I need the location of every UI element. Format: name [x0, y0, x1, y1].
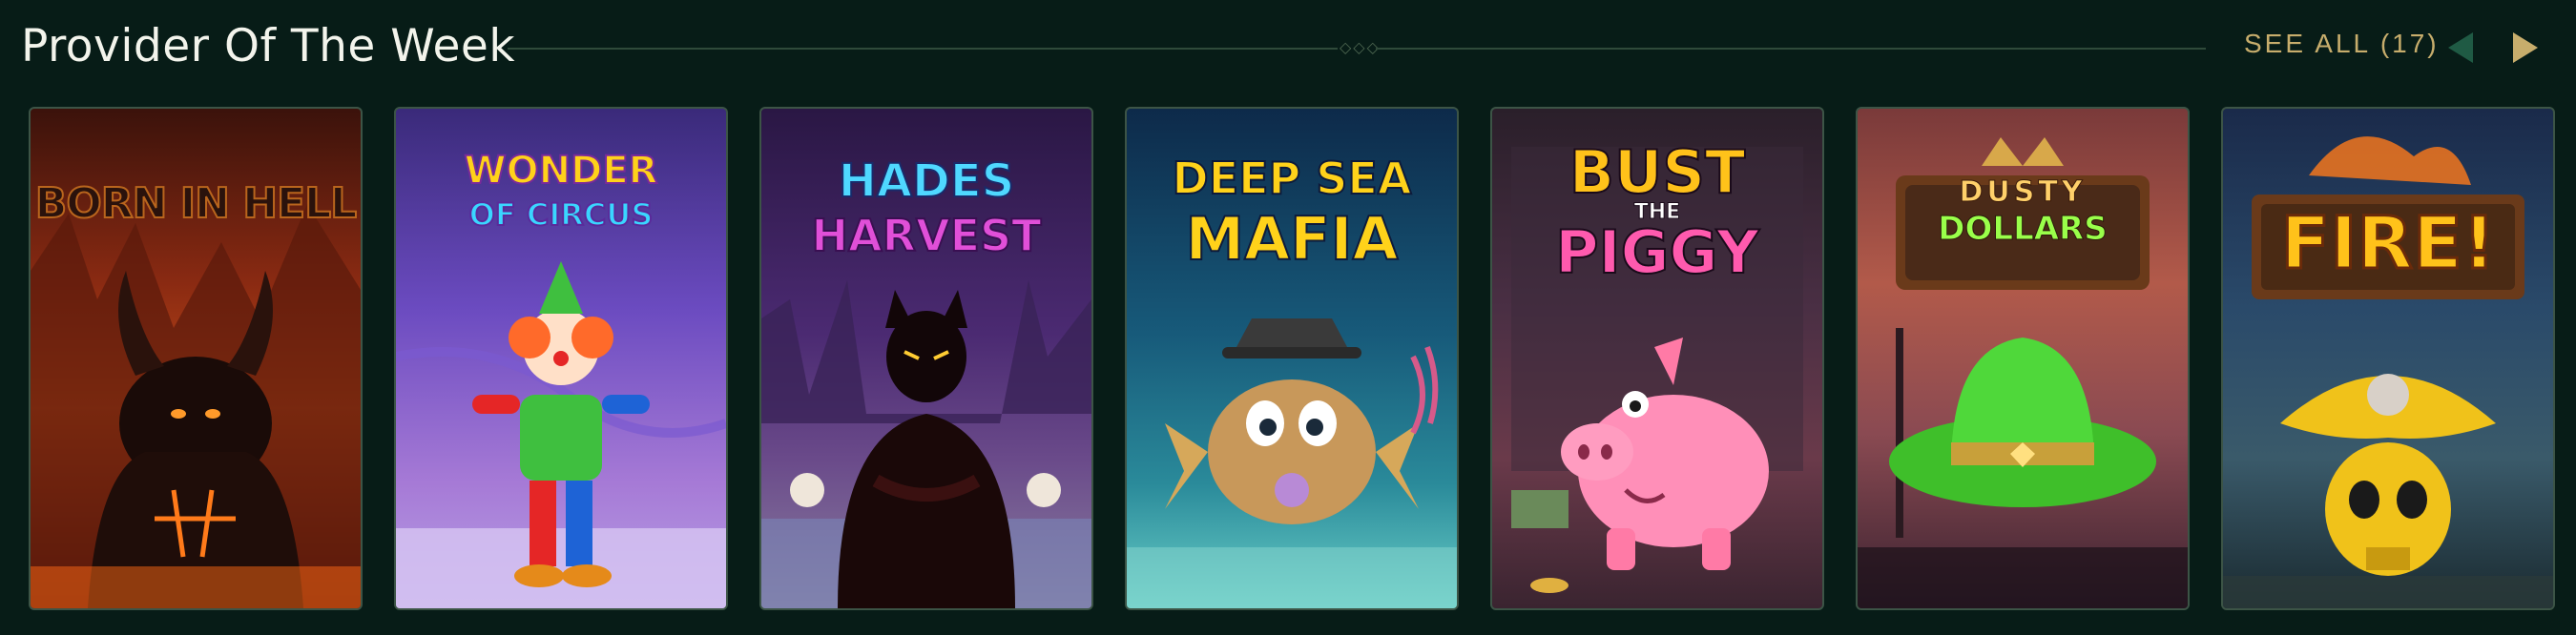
game-logo-line1: WONDER — [464, 148, 659, 194]
game-logo-line1: HADES — [838, 154, 1016, 209]
see-all-link[interactable]: SEE ALL (17) — [2244, 29, 2440, 59]
game-card-bust-the-piggy[interactable]: BUST THE PIGGY — [1490, 107, 1824, 610]
game-card-fire[interactable]: FIRE! — [2221, 107, 2555, 610]
next-button[interactable] — [2498, 21, 2551, 74]
game-logo-line1: BUST — [1568, 136, 1747, 208]
game-card-deep-sea-mafia[interactable]: DEEP SEA MAFIA — [1125, 107, 1459, 610]
game-logo-line2: MAFIA — [1184, 203, 1399, 275]
game-card-wonder-of-circus[interactable]: WONDER OF CIRCUS — [394, 107, 728, 610]
game-logo-line2: HARVEST — [810, 209, 1042, 262]
game-logo: FIRE! — [2279, 199, 2497, 287]
game-logo: BORN IN HELL — [34, 178, 358, 229]
game-card-hades-harvest[interactable]: HADES HARVEST — [759, 107, 1093, 610]
previous-button[interactable] — [2435, 21, 2488, 74]
game-card-dusty-dollars[interactable]: DUSTY DOLLARS — [1856, 107, 2190, 610]
game-logo-line3: PIGGY — [1554, 216, 1760, 288]
game-logo-line2: OF CIRCUS — [468, 195, 654, 234]
game-logo-line2: DOLLARS — [1938, 210, 2108, 249]
game-logo-line1: DUSTY — [1959, 175, 2087, 210]
game-logo-line1: DEEP SEA — [1172, 152, 1413, 205]
chevron-right-icon — [2513, 32, 2538, 63]
section-header: Provider Of The Week ◇◇◇ SEE ALL (17) — [0, 0, 2576, 95]
game-thumbnail-art — [2223, 136, 2553, 608]
section-title: Provider Of The Week — [21, 20, 516, 72]
header-divider: ◇◇◇ — [508, 38, 2206, 56]
game-card-born-in-hell[interactable]: BORN IN HELL — [29, 107, 363, 610]
chevron-left-icon — [2448, 32, 2473, 63]
